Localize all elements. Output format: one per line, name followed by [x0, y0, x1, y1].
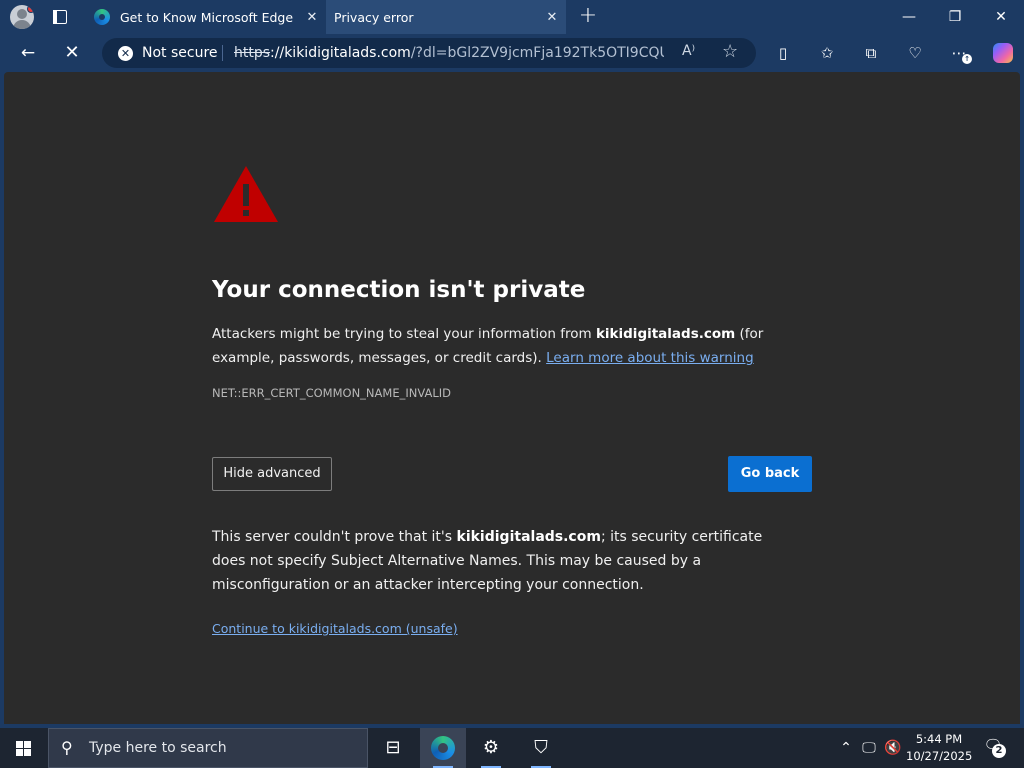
address-bar[interactable]: ✕ Not secure https://kikidigitalads.com/… [102, 38, 756, 68]
url-domain: ://kikidigitalads.com [270, 45, 411, 61]
clock-time: 5:44 PM [915, 732, 963, 746]
tab-privacy-error[interactable]: Privacy error ✕ [326, 0, 566, 34]
clock-date: 10/27/2025 [906, 749, 973, 763]
favorites-icon[interactable]: ✩ [812, 40, 842, 66]
copilot-icon[interactable] [988, 40, 1018, 66]
advanced-prefix: This server couldn't prove that it's [212, 529, 457, 545]
browser-toolbar: ← ✕ ✕ Not secure https://kikidigitalads.… [0, 34, 1024, 72]
windows-start-icon[interactable] [8, 736, 40, 760]
settings-more-icon[interactable]: ⋯ ↑ [944, 40, 974, 66]
notification-count: 2 [992, 744, 1006, 758]
volume-muted-icon[interactable]: 🔇 [882, 728, 904, 768]
continue-unsafe-link[interactable]: Continue to kikidigitalads.com (unsafe) [212, 621, 458, 636]
search-input[interactable]: Type here to search [89, 740, 227, 756]
tray-chevron-up-icon[interactable]: ⌃ [836, 728, 856, 768]
advanced-details: This server couldn't prove that it's kik… [212, 525, 792, 597]
new-tab-button[interactable]: + [574, 2, 602, 30]
url-protocol: https [234, 45, 271, 61]
taskbar-security-shield-icon[interactable]: ⛉ [518, 728, 564, 768]
browser-essentials-icon[interactable]: ♡ [900, 40, 930, 66]
taskbar-edge-icon[interactable] [420, 728, 466, 768]
task-view-icon[interactable]: ⊟ [370, 728, 416, 768]
read-aloud-icon[interactable]: A⁾ [682, 43, 695, 59]
taskbar: ⚲ Type here to search ⊟ ⚙ ⛉ ⌃ 🖵 🔇 5:44 P… [0, 728, 1024, 768]
profile-avatar-icon[interactable] [10, 5, 34, 29]
update-badge-icon: ↑ [962, 54, 972, 64]
taskbar-settings-gear-icon[interactable]: ⚙ [468, 728, 514, 768]
taskbar-search[interactable]: ⚲ Type here to search [48, 728, 368, 768]
url-text[interactable]: https://kikidigitalads.com/?dl=bGl2ZV9jc… [234, 45, 664, 61]
tab-close-icon[interactable]: ✕ [298, 10, 326, 25]
tab-get-to-know-edge[interactable]: Get to Know Microsoft Edge ✕ [86, 0, 326, 34]
notifications-icon[interactable]: 🗨 2 [980, 736, 1006, 760]
learn-more-link[interactable]: Learn more about this warning [546, 350, 754, 366]
tab-actions-icon[interactable] [48, 6, 72, 28]
advanced-domain: kikidigitalads.com [456, 529, 601, 545]
intro-domain: kikidigitalads.com [595, 326, 736, 342]
restore-button[interactable]: ❐ [932, 0, 978, 34]
close-window-button[interactable]: ✕ [978, 0, 1024, 34]
network-icon[interactable]: 🖵 [858, 728, 880, 768]
page-title: Your connection isn't private [212, 277, 586, 303]
page-content: Your connection isn't private Attackers … [4, 72, 1020, 724]
security-label[interactable]: Not secure [142, 45, 218, 61]
url-path: /?dl=bGl2ZV9jcmFja192Tk5OTI9CQUxfeD... [410, 45, 664, 61]
warning-triangle-icon [214, 166, 278, 222]
title-bar: Get to Know Microsoft Edge ✕ Privacy err… [0, 0, 1024, 34]
minimize-button[interactable]: — [886, 0, 932, 34]
tab-title: Get to Know Microsoft Edge [120, 9, 294, 25]
tab-close-icon[interactable]: ✕ [538, 10, 566, 25]
edge-favicon-icon [94, 9, 110, 25]
collections-icon[interactable]: ⧉ [856, 40, 886, 66]
address-divider [222, 45, 223, 61]
go-back-button[interactable]: Go back [728, 456, 812, 492]
not-secure-icon[interactable]: ✕ [118, 46, 133, 61]
taskbar-clock[interactable]: 5:44 PM 10/27/2025 [906, 731, 972, 765]
error-code: NET::ERR_CERT_COMMON_NAME_INVALID [212, 386, 451, 400]
back-arrow-icon[interactable]: ← [14, 40, 42, 66]
tab-title: Privacy error [334, 9, 414, 25]
add-favorite-star-icon[interactable]: ☆ [722, 41, 738, 62]
search-icon: ⚲ [61, 738, 73, 757]
split-screen-icon[interactable]: ▯ [768, 40, 798, 66]
hide-advanced-button[interactable]: Hide advanced [212, 457, 332, 491]
intro-prefix: Attackers might be trying to steal your … [212, 326, 596, 342]
stop-loading-icon[interactable]: ✕ [58, 40, 86, 66]
warning-description: Attackers might be trying to steal your … [212, 322, 792, 370]
